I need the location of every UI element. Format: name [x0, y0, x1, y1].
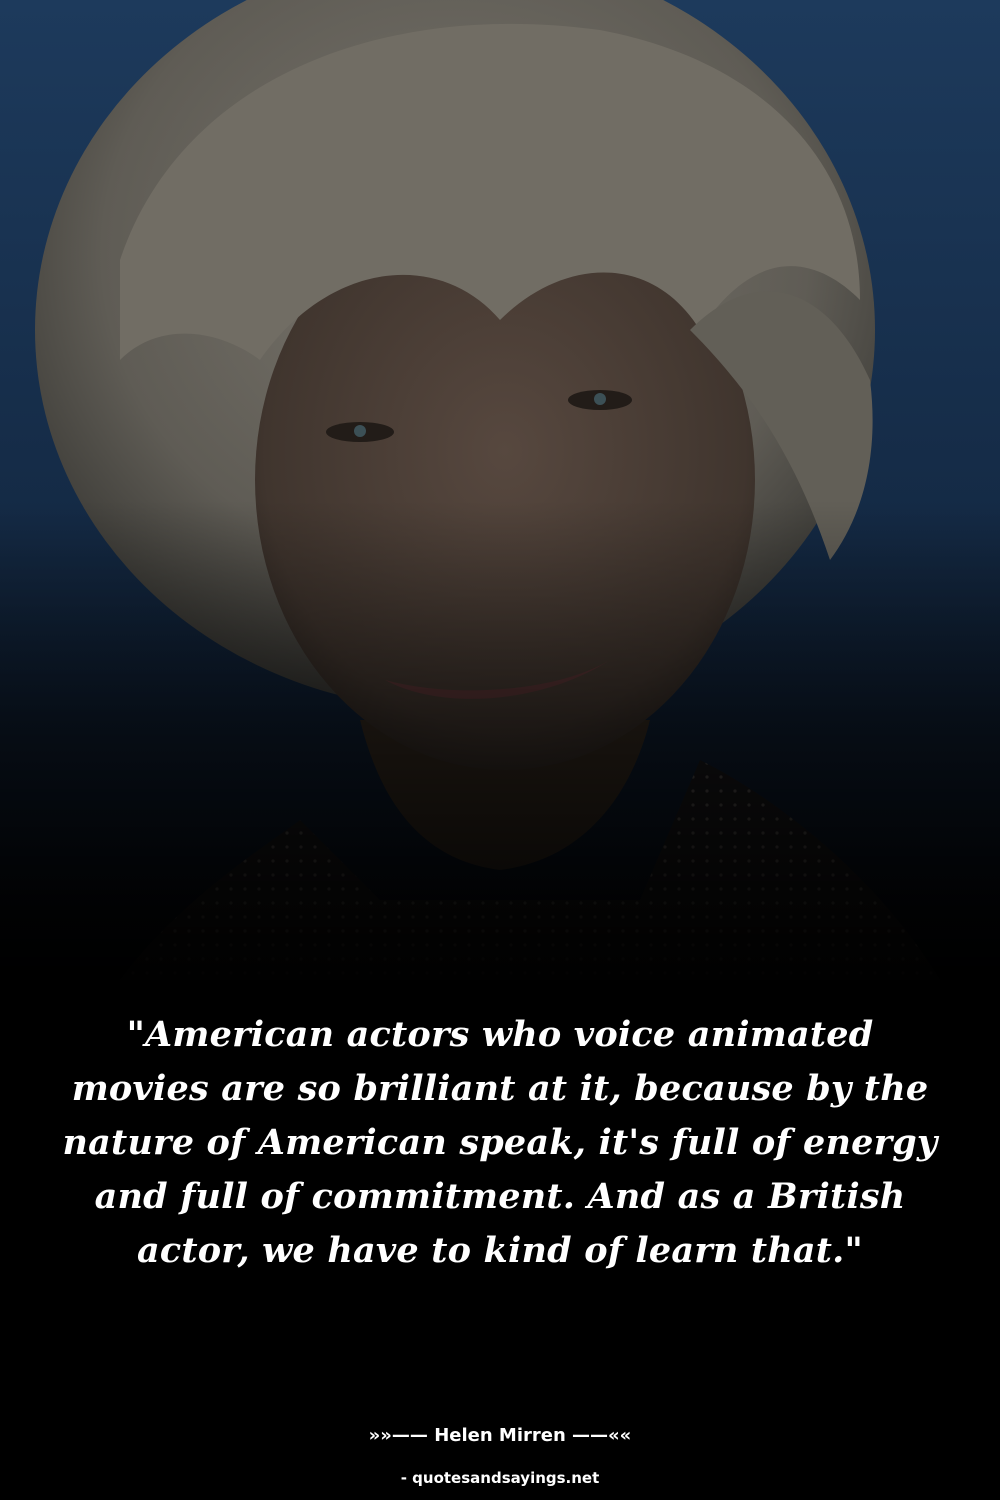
source-credit: - quotesandsayings.net: [400, 1469, 600, 1487]
quote-card: "American actors who voice animated movi…: [0, 0, 1000, 1500]
quote-text: "American actors who voice animated movi…: [62, 1014, 938, 1271]
author-line: »»—— Helen Mirren ——««: [368, 1425, 632, 1446]
quote-block: "American actors who voice animated movi…: [60, 1008, 940, 1278]
